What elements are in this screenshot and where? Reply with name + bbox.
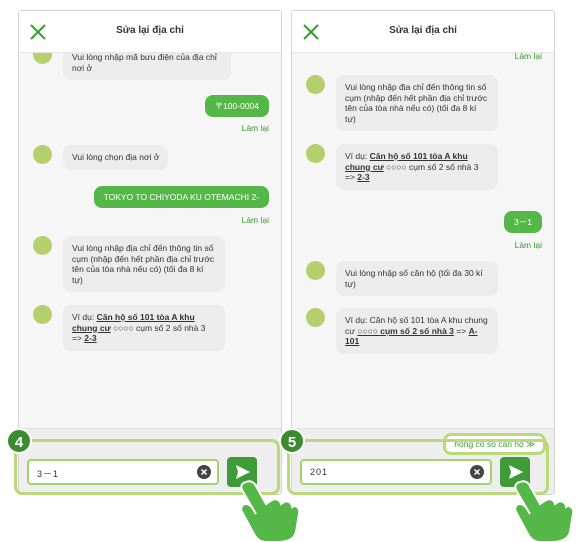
user-bubble-block: 3－1 [504,211,542,233]
header: Sửa lại địa chỉ [19,11,281,53]
example-prefix: Ví dụ: [345,151,370,161]
user-bubble-postcode: 〒100-0004 [204,95,269,117]
page-title: Sửa lại địa chỉ [389,25,457,36]
redo-link[interactable]: Làm lại [242,123,269,133]
example-middle: => [453,325,469,336]
bot-message: Vui lòng chọn địa nơi ở [33,145,233,171]
bot-bubble: Vui lòng nhập số căn hộ (tối đa 30 kí tự… [336,261,498,296]
bot-bubble: Vui lòng nhập địa chỉ đến thông tin số c… [336,75,498,131]
phone-screen-left: Sửa lại địa chỉ Vui lòng nhập mã bưu điệ… [18,10,282,495]
bot-avatar-icon [33,305,52,324]
bot-avatar-icon [306,144,325,163]
bot-message: Vui lòng nhập mã bưu điện của địa chỉ nơ… [33,53,233,80]
example-prefix: Ví dụ: [72,312,97,322]
bot-message: Vui lòng nhập số căn hộ (tối đa 30 kí tự… [306,261,526,297]
bot-avatar-icon [306,75,325,94]
step-badge: 5 [279,428,305,454]
tap-hand-icon [240,480,300,542]
chat-history: Vui lòng nhập mã bưu điện của địa chỉ nơ… [19,53,281,428]
example-answer: 2-3 [357,172,370,182]
example-answer: 2-3 [84,333,97,343]
no-apartment-number-button[interactable]: hông có số căn hộ ≫ [443,433,546,455]
bot-avatar-icon [306,261,325,280]
bot-bubble: Vui lòng nhập mã bưu điện của địa chỉ nơ… [63,53,231,80]
tap-hand-icon [514,480,574,542]
bot-message: Vui lòng nhập địa chỉ đến thông tin số c… [306,75,526,135]
redo-link[interactable]: Làm lại [515,53,542,61]
redo-link[interactable]: Làm lại [242,215,269,225]
bot-bubble: Vui lòng chọn địa nơi ở [63,145,169,170]
clear-icon[interactable] [197,465,211,479]
address-input[interactable]: 3－1 [27,459,219,485]
bot-avatar-icon [306,308,325,327]
input-value: 201 [310,467,329,477]
redo-link[interactable]: Làm lại [515,240,542,250]
user-bubble-address: TOKYO TO CHIYODA KU OTEMACHI 2- [93,186,269,208]
bot-bubble: Vui lòng nhập địa chỉ đến thông tin số c… [63,236,225,292]
chat-history: Làm lại Vui lòng nhập địa chỉ đến thông … [292,53,554,428]
example-bubble: Ví dụ: Căn hộ số 101 tòa A khu chung cư … [336,144,498,190]
input-value: 3－1 [37,469,60,479]
header: Sửa lại địa chỉ [292,11,554,53]
example-bold: ○○○○ cụm số 2 số nhà 3 [357,325,454,336]
bot-message: Vui lòng nhập địa chỉ đến thông tin số c… [33,236,253,296]
bot-avatar-icon [33,236,52,255]
clear-icon[interactable] [470,465,484,479]
page-title: Sửa lại địa chỉ [116,25,184,36]
apartment-input[interactable]: 201 [300,459,492,485]
bot-message: Ví dụ: Căn hộ số 101 tòa A khu chung cư … [306,308,526,364]
bot-message: Ví dụ: Căn hộ số 101 tòa A khu chung cư … [33,305,253,361]
example-bubble: Ví dụ: Căn hộ số 101 tòa A khu chung cư … [336,308,498,354]
phone-screen-right: Sửa lại địa chỉ Làm lại Vui lòng nhập đị… [291,10,555,495]
bot-avatar-icon [33,53,52,64]
bot-avatar-icon [33,145,52,164]
bot-message: Ví dụ: Căn hộ số 101 tòa A khu chung cư … [306,144,526,200]
example-bubble: Ví dụ: Căn hộ số 101 tòa A khu chung cư … [63,305,225,351]
step-badge: 4 [6,428,32,454]
